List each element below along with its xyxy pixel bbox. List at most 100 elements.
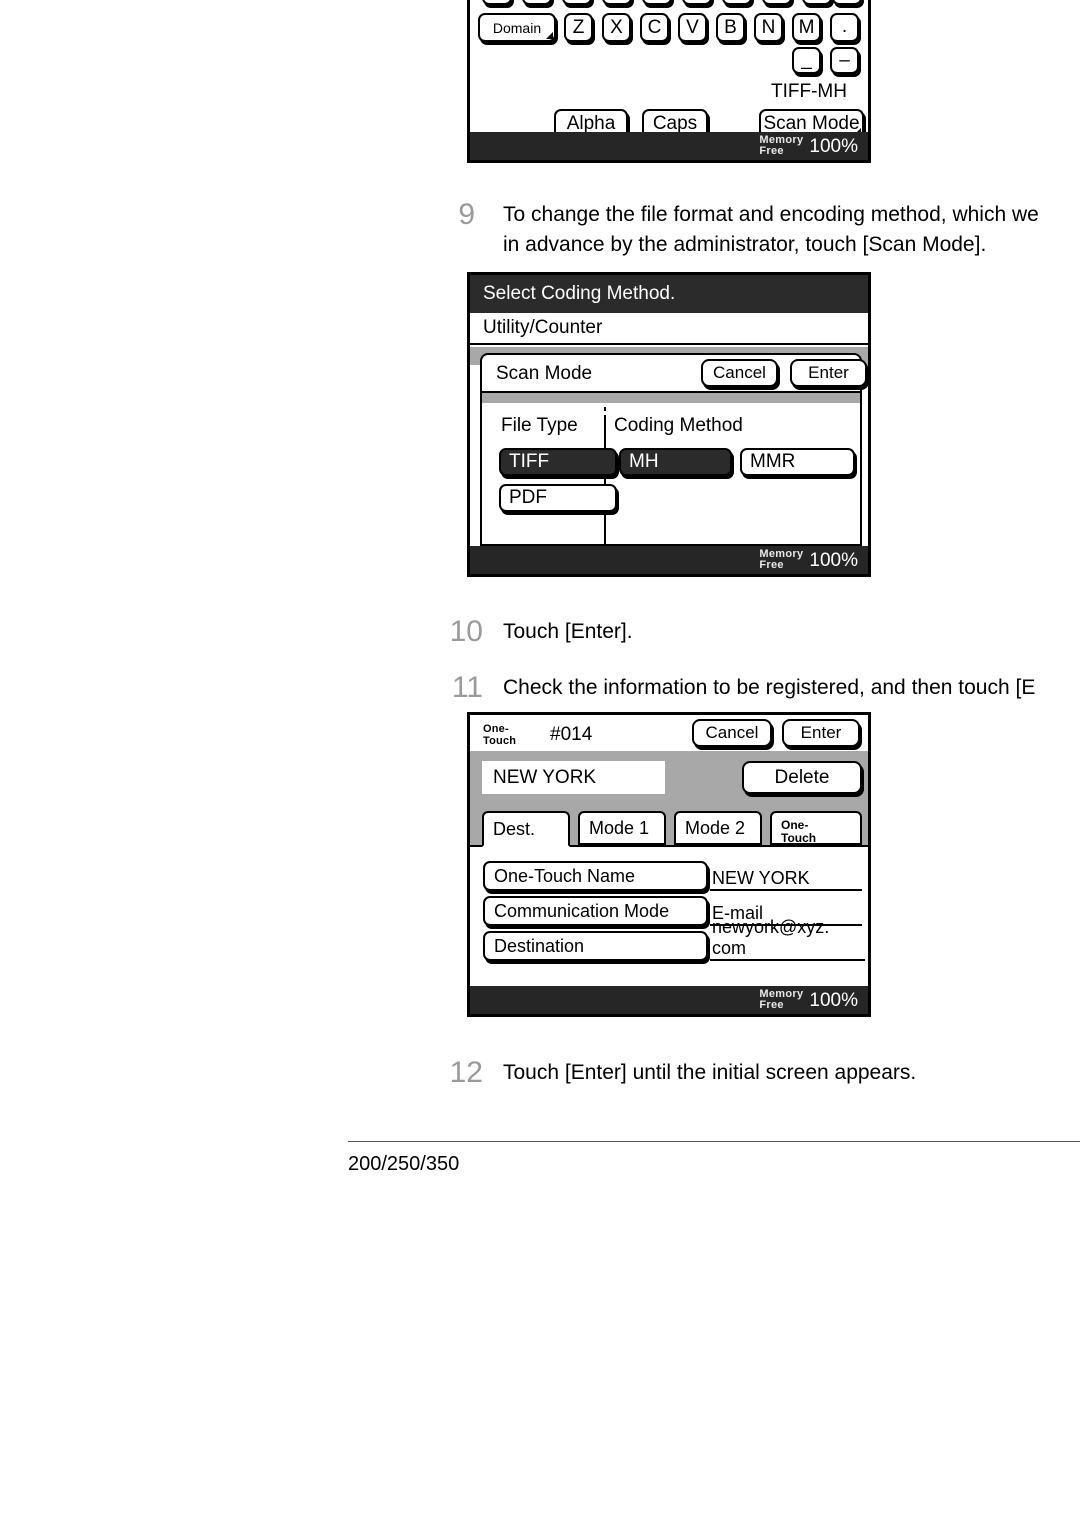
file-type-tiff-button[interactable]: TIFF <box>499 448 617 476</box>
keyboard-key-top-10[interactable] <box>832 0 862 5</box>
divider-dot <box>604 407 606 411</box>
enter-button-label: Enter <box>808 363 849 382</box>
scan-mode-dialog-title: Scan Mode <box>496 363 593 384</box>
popup-corner-icon <box>546 32 553 39</box>
scan-mode-lcd-panel: Select Coding Method. Utility/Counter Sc… <box>467 272 871 577</box>
communication-mode-field-button[interactable]: Communication Mode <box>483 896 708 926</box>
tab-one-touch-line2: Touch <box>781 831 817 845</box>
delete-button[interactable]: Delete <box>742 761 862 794</box>
step-12-number: 12 <box>449 1056 483 1089</box>
keyboard-key-v-label: V <box>686 16 699 38</box>
step-9-number: 9 <box>458 198 475 231</box>
tab-mode-2-label: Mode 2 <box>685 817 746 838</box>
coding-method-mmr-button[interactable]: MMR <box>740 448 855 476</box>
scan-mode-dialog: Scan Mode Cancel Enter File Type Coding … <box>480 353 867 563</box>
keyboard-key-c-label: C <box>647 16 662 38</box>
coding-method-mmr-label: MMR <box>750 451 796 472</box>
destination-field-label: Destination <box>494 935 585 956</box>
keyboard-key-top-8[interactable] <box>762 0 792 5</box>
keyboard-key-z-label: Z <box>572 16 585 38</box>
enter-button[interactable]: Enter <box>782 719 860 747</box>
keyboard-key-b[interactable]: B <box>716 13 745 42</box>
keyboard-lcd-panel: Domain Z X C V B N M . , _ – TIFF-MH Alp… <box>467 0 871 163</box>
keyboard-key-period[interactable]: . <box>830 13 859 42</box>
keyboard-key-b-label: B <box>724 16 737 38</box>
keyboard-key-x[interactable]: X <box>602 13 631 42</box>
cancel-button[interactable]: Cancel <box>701 359 778 387</box>
tab-one-touch[interactable]: One- Touch <box>770 811 862 845</box>
keyboard-key-domain[interactable]: Domain <box>478 13 556 42</box>
one-touch-name-field-button[interactable]: One-Touch Name <box>483 861 708 891</box>
tab-mode-1-label: Mode 1 <box>589 817 650 838</box>
keyboard-key-n[interactable]: N <box>754 13 783 42</box>
tab-dest-label: Dest. <box>493 818 536 839</box>
hyphen-key[interactable]: – <box>830 47 859 74</box>
keyboard-key-v[interactable]: V <box>678 13 707 42</box>
memory-free-label: Memory Free <box>759 989 803 1011</box>
step-12: 12 Touch [Enter] until the initial scree… <box>445 1058 1080 1088</box>
step-10-text: Touch [Enter]. <box>503 620 633 643</box>
utility-counter-bar: Utility/Counter <box>470 313 868 345</box>
file-type-label: File Type <box>501 415 578 436</box>
step-11: 11 Check the information to be registere… <box>445 673 1080 703</box>
keyboard-key-top-2[interactable] <box>522 0 552 5</box>
keyboard-key-top-1[interactable] <box>482 0 512 5</box>
keyboard-key-n-label: N <box>761 16 776 38</box>
one-touch-header-label: One- Touch <box>483 723 516 747</box>
one-touch-name-display[interactable]: NEW YORK <box>482 761 665 794</box>
scan-mode-current-value: TIFF-MH <box>771 81 847 102</box>
entry-number: #014 <box>550 724 593 745</box>
panel-title: Select Coding Method. <box>483 283 676 304</box>
keyboard-key-top-3[interactable] <box>562 0 592 5</box>
coding-method-label: Coding Method <box>614 415 743 436</box>
destination-field-button[interactable]: Destination <box>483 931 708 961</box>
keyboard-key-domain-label: Domain <box>492 19 542 36</box>
keyboard-key-m[interactable]: M <box>792 13 821 42</box>
coding-method-mh-label: MH <box>629 451 659 472</box>
keyboard-key-top-9[interactable] <box>802 0 832 5</box>
enter-button[interactable]: Enter <box>790 359 867 387</box>
destination-field-value: newyork@xyz. com <box>710 917 865 961</box>
one-touch-lcd-panel: One- Touch #014 Cancel Enter NEW YORK De… <box>467 712 871 1017</box>
one-touch-name-field-value: NEW YORK <box>710 861 862 891</box>
tab-mode-2[interactable]: Mode 2 <box>674 811 762 845</box>
memory-status-bar: Memory Free 100% <box>470 132 868 160</box>
hyphen-key-label: – <box>839 49 850 71</box>
memory-free-value: 100% <box>809 549 858 571</box>
file-type-pdf-label: PDF <box>509 487 547 508</box>
coding-method-mh-button[interactable]: MH <box>619 448 732 476</box>
tab-dest[interactable]: Dest. <box>482 811 570 847</box>
memory-label-line2: Free <box>759 559 784 571</box>
panel-title-bar: Select Coding Method. <box>470 275 868 313</box>
keyboard-key-top-6[interactable] <box>682 0 712 5</box>
memory-label-line2: Free <box>759 999 784 1011</box>
keyboard-key-z[interactable]: Z <box>564 13 593 42</box>
step-10-number: 10 <box>449 615 483 648</box>
keyboard-key-top-4[interactable] <box>602 0 632 5</box>
one-touch-header-line1: One- <box>483 723 509 735</box>
enter-button-label: Enter <box>800 723 842 742</box>
file-type-tiff-label: TIFF <box>509 451 550 472</box>
memory-free-label: Memory Free <box>759 549 803 571</box>
communication-mode-field-label: Communication Mode <box>494 900 670 921</box>
cancel-button[interactable]: Cancel <box>692 719 772 747</box>
file-type-pdf-button[interactable]: PDF <box>499 484 617 512</box>
footer-model-text: 200/250/350 <box>348 1153 460 1175</box>
keyboard-key-top-7[interactable] <box>722 0 752 5</box>
memory-free-value: 100% <box>809 989 858 1011</box>
step-10: 10 Touch [Enter]. <box>445 617 1080 647</box>
step-9-text: To change the file format and encoding m… <box>503 203 1039 256</box>
memory-status-bar: Memory Free 100% <box>470 986 868 1014</box>
keyboard-key-period-label: . <box>841 16 848 37</box>
keyboard-key-c[interactable]: C <box>640 13 669 42</box>
one-touch-name-field-label: One-Touch Name <box>494 865 636 886</box>
underscore-key[interactable]: _ <box>792 47 821 74</box>
keyboard-key-m-label: M <box>798 16 815 38</box>
one-touch-name-display-value: NEW YORK <box>493 766 597 788</box>
keyboard-key-top-5[interactable] <box>642 0 672 5</box>
memory-free-label: Memory Free <box>759 135 803 157</box>
tab-mode-1[interactable]: Mode 1 <box>578 811 666 845</box>
delete-button-label: Delete <box>774 766 830 788</box>
step-11-number: 11 <box>451 671 483 704</box>
one-touch-header-line2: Touch <box>483 735 517 747</box>
